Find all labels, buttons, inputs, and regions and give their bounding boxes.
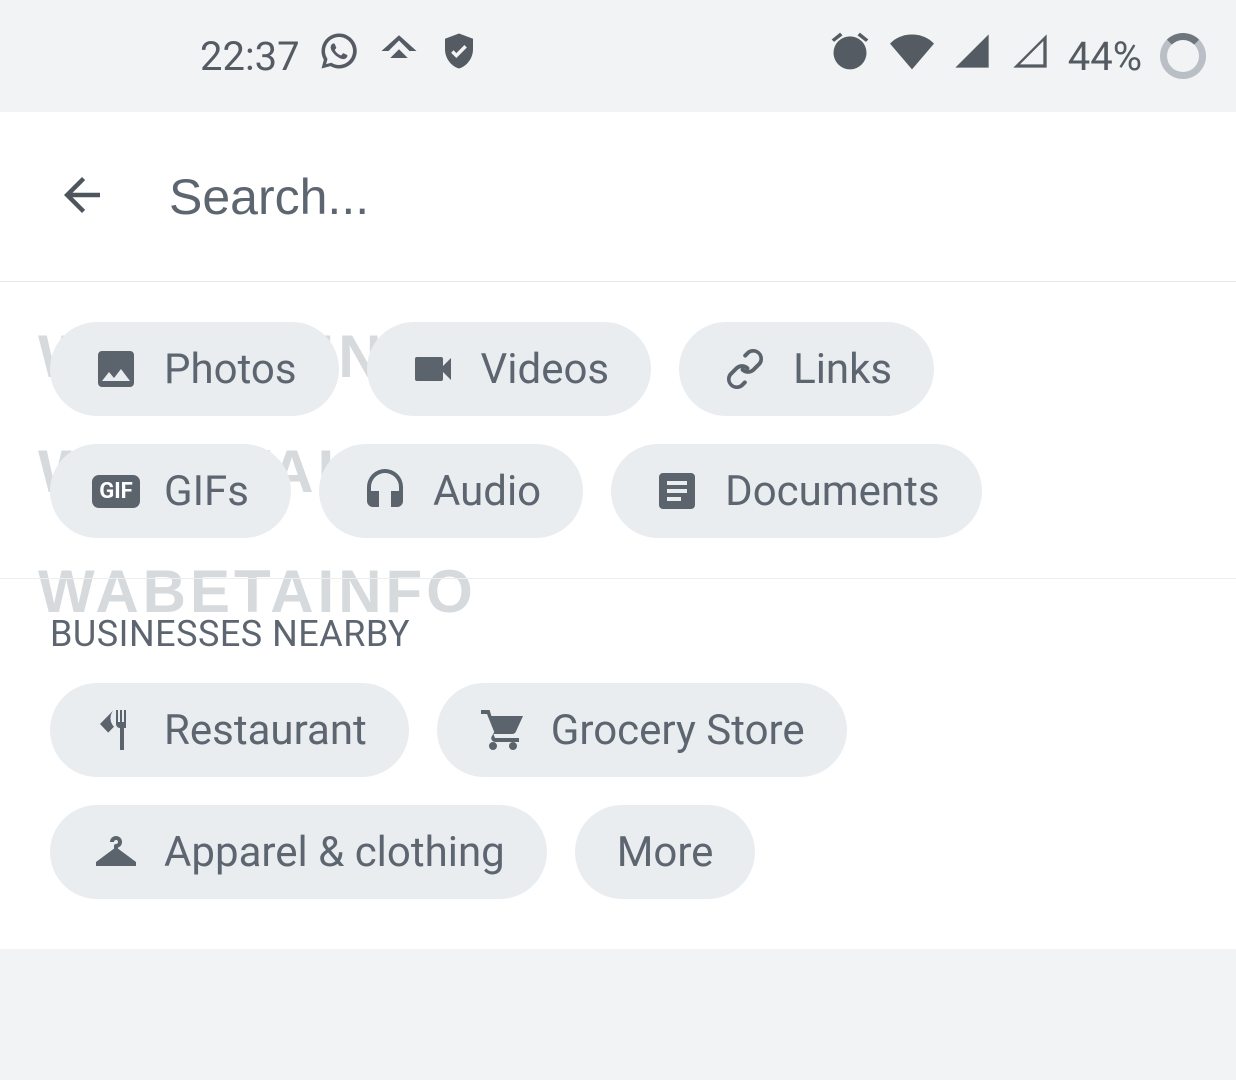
battery-percent-text: 44% xyxy=(1068,33,1142,80)
filter-chips-row: Photos Videos Links GIF GIFs xyxy=(0,282,1236,579)
business-chip-restaurant[interactable]: Restaurant xyxy=(50,683,409,777)
wifi-small-icon xyxy=(378,30,420,82)
business-chip-apparel[interactable]: Apparel & clothing xyxy=(50,805,547,899)
shield-icon xyxy=(438,30,480,82)
chip-label: Restaurant xyxy=(164,706,367,755)
gif-icon: GIF xyxy=(92,467,140,515)
alarm-icon xyxy=(828,29,872,83)
business-chip-grocery[interactable]: Grocery Store xyxy=(437,683,847,777)
battery-ring-icon xyxy=(1160,33,1206,79)
document-icon xyxy=(653,467,701,515)
chip-label: Grocery Store xyxy=(551,706,805,755)
clock-text: 22:37 xyxy=(200,33,300,80)
chip-label: Photos xyxy=(164,345,297,394)
chip-label: GIFs xyxy=(164,467,249,516)
apparel-icon xyxy=(92,828,140,876)
whatsapp-icon xyxy=(318,30,360,82)
filter-chip-audio[interactable]: Audio xyxy=(319,444,583,538)
filter-chip-videos[interactable]: Videos xyxy=(367,322,652,416)
status-bar: 22:37 44% xyxy=(0,0,1236,112)
chip-label: Documents xyxy=(725,467,939,516)
businesses-header: BUSINESSES NEARBY xyxy=(0,579,1236,665)
grocery-icon xyxy=(479,706,527,754)
chip-label: Links xyxy=(793,345,892,394)
chip-label: Videos xyxy=(481,345,610,394)
chip-label: Audio xyxy=(433,467,541,516)
signal-2-icon xyxy=(1010,31,1050,81)
link-icon xyxy=(721,345,769,393)
filter-chip-links[interactable]: Links xyxy=(679,322,934,416)
search-input[interactable] xyxy=(169,168,1181,226)
business-chips-row: Restaurant Grocery Store Apparel & cloth… xyxy=(0,665,1236,949)
filter-chip-photos[interactable]: Photos xyxy=(50,322,339,416)
chip-label: More xyxy=(617,828,714,877)
filter-chip-documents[interactable]: Documents xyxy=(611,444,981,538)
search-bar xyxy=(0,112,1236,282)
wifi-icon xyxy=(890,29,934,83)
signal-1-icon xyxy=(952,31,992,81)
restaurant-icon xyxy=(92,706,140,754)
back-arrow-icon[interactable] xyxy=(55,168,109,226)
chip-label: Apparel & clothing xyxy=(164,828,505,877)
video-icon xyxy=(409,345,457,393)
filter-chip-gifs[interactable]: GIF GIFs xyxy=(50,444,291,538)
business-chip-more[interactable]: More xyxy=(575,805,756,899)
photo-icon xyxy=(92,345,140,393)
audio-icon xyxy=(361,467,409,515)
